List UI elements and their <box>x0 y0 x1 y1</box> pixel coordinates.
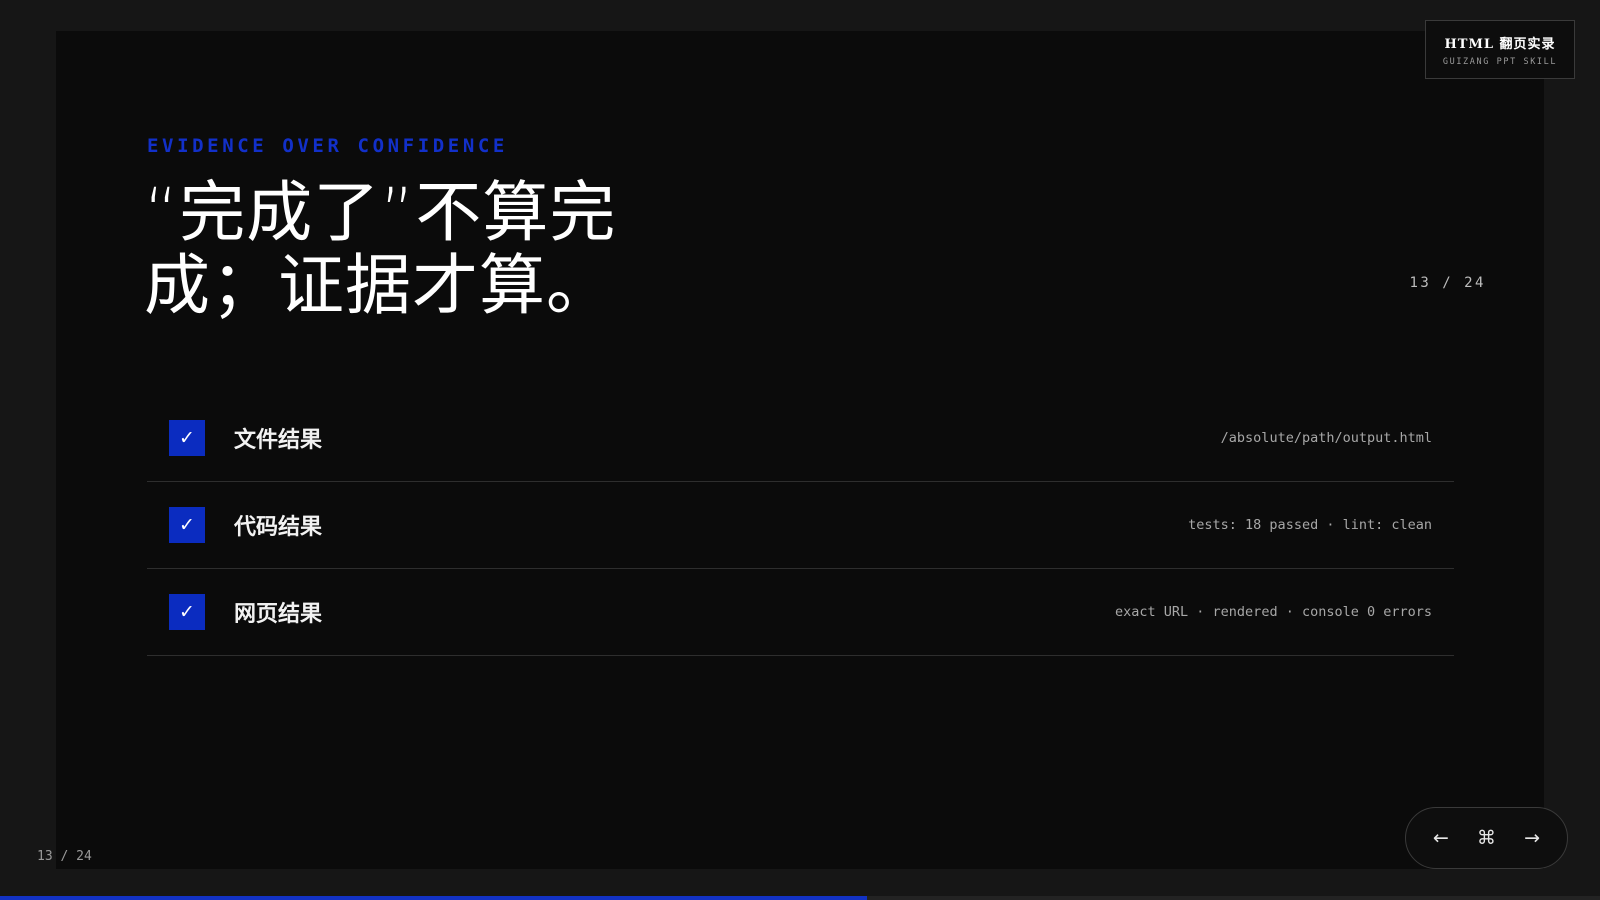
checklist-row-file: ✓ 文件结果 /absolute/path/output.html <box>147 395 1454 482</box>
checklist-detail: exact URL · rendered · console 0 errors <box>1115 604 1432 620</box>
checklist-label: 文件结果 <box>234 428 323 453</box>
brand-subtitle: GUIZANG PPT SKILL <box>1442 56 1558 67</box>
evidence-checklist: ✓ 文件结果 /absolute/path/output.html ✓ 代码结果… <box>147 395 1454 656</box>
slide-counter: 13 / 24 <box>1409 275 1486 291</box>
slide-navigation: ← ⌘ → <box>1405 807 1568 869</box>
checklist-row-web: ✓ 网页结果 exact URL · rendered · console 0 … <box>147 569 1454 656</box>
checklist-detail: /absolute/path/output.html <box>1220 430 1432 446</box>
checkbox-checked-icon[interactable]: ✓ <box>169 420 205 456</box>
slide-progress-bar <box>0 896 1600 900</box>
brand-badge: HTML 翻页实录 GUIZANG PPT SKILL <box>1425 20 1575 79</box>
brand-title: HTML 翻页实录 <box>1444 36 1556 52</box>
checkbox-checked-icon[interactable]: ✓ <box>169 507 205 543</box>
checklist-row-code: ✓ 代码结果 tests: 18 passed · lint: clean <box>147 482 1454 569</box>
command-icon[interactable]: ⌘ <box>1467 819 1505 857</box>
footer-page-counter: 13 / 24 <box>37 849 92 864</box>
checklist-label: 网页结果 <box>234 602 323 627</box>
slide-canvas: EVIDENCE OVER CONFIDENCE “完成了”不算完成；证据才算。… <box>56 31 1544 869</box>
checkbox-checked-icon[interactable]: ✓ <box>169 594 205 630</box>
checklist-detail: tests: 18 passed · lint: clean <box>1188 517 1432 533</box>
next-arrow-icon[interactable]: → <box>1513 819 1551 857</box>
slide-headline: “完成了”不算完成；证据才算。 <box>144 174 617 324</box>
slide-progress-fill <box>0 896 867 900</box>
prev-arrow-icon[interactable]: ← <box>1422 819 1460 857</box>
slide-eyebrow: EVIDENCE OVER CONFIDENCE <box>147 135 508 157</box>
checklist-label: 代码结果 <box>234 515 323 540</box>
